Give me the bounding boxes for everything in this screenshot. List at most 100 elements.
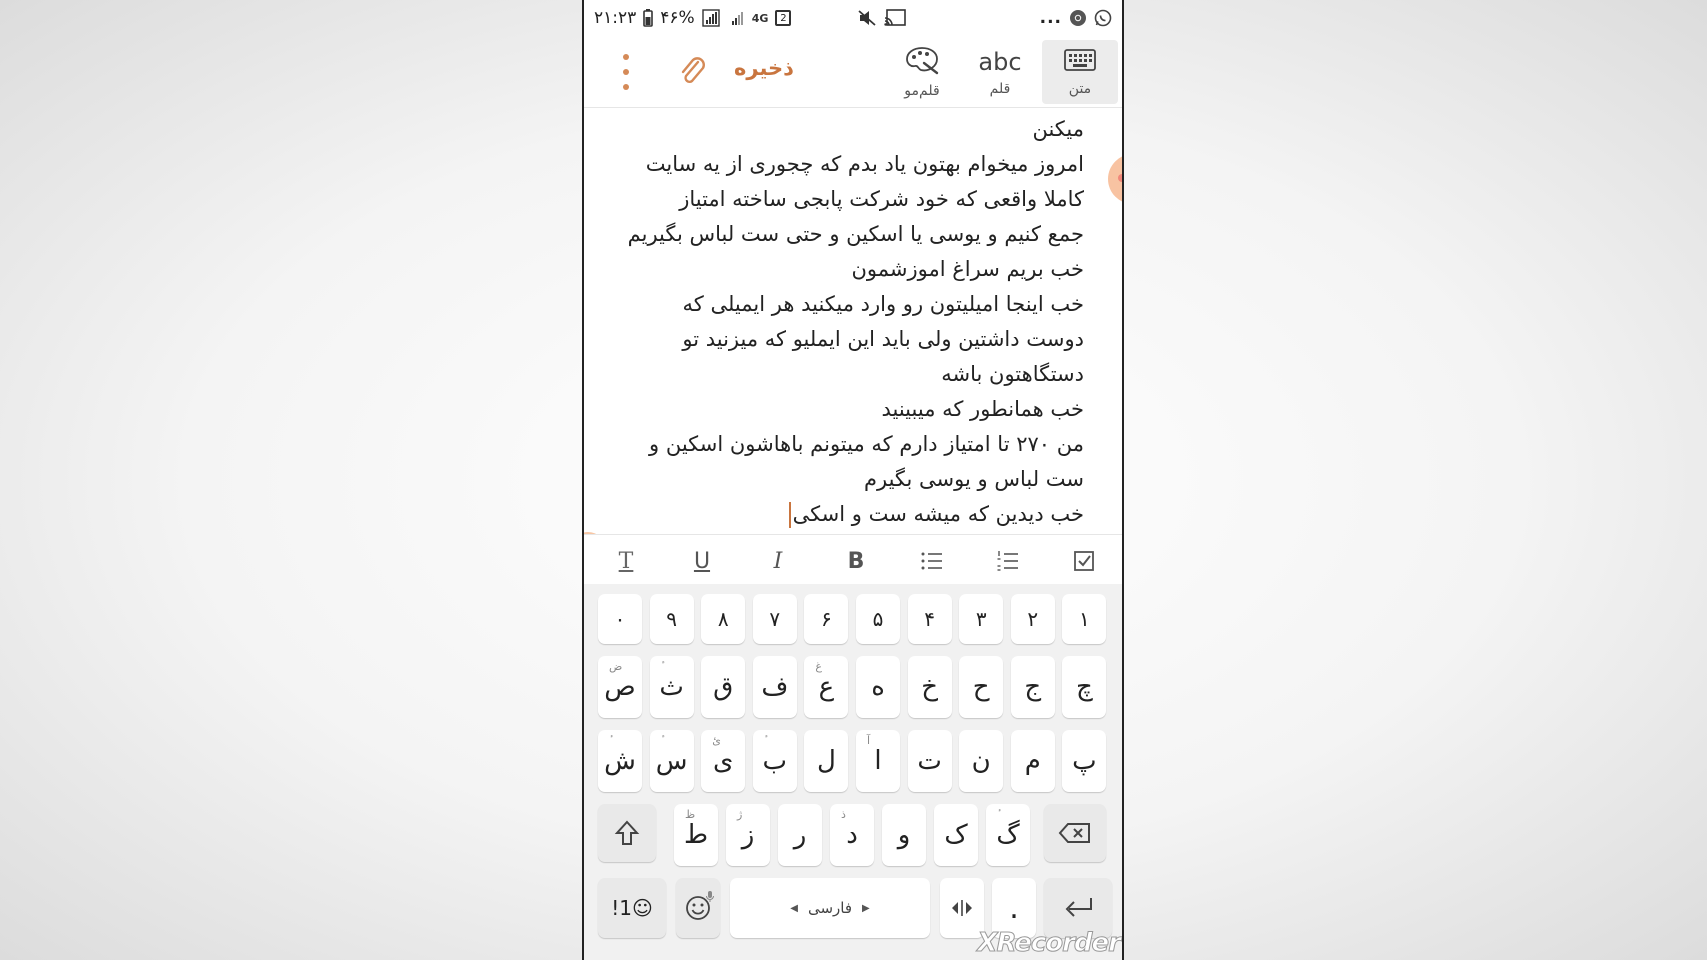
key-label: ۴ — [924, 607, 935, 631]
keyboard-key[interactable]: ۷ — [752, 594, 797, 644]
keyboard-key[interactable]: ف — [752, 656, 797, 718]
keyboard-key[interactable]: ۶ — [804, 594, 849, 644]
keyboard-key[interactable]: دذ — [830, 804, 874, 866]
phone-screen: ۲۱:۲۳ ۴۶% 4G 2 ... — [582, 0, 1124, 960]
recorder-watermark: XRecorder — [977, 928, 1122, 959]
key-label: ش — [604, 746, 636, 776]
keyboard-key[interactable]: صض — [598, 656, 642, 718]
key-label: ص — [604, 672, 636, 702]
note-editor[interactable]: میکنن امروز میخوام بهتون یاد بدم که چجوری… — [604, 112, 1084, 532]
keyboard-key[interactable]: چ — [1062, 656, 1107, 718]
key-alt-label: ژ — [737, 808, 743, 821]
keyboard-key[interactable]: عغ — [804, 656, 849, 718]
language-label: فارسی — [807, 899, 853, 917]
editor-line-text: کاملا واقعی که خود شرکت پابجی ساخته امتی… — [679, 187, 1084, 211]
key-alt-label: ئ — [712, 734, 721, 747]
palette-icon — [904, 45, 940, 79]
checkbox-icon[interactable] — [1064, 543, 1104, 579]
signal-sim2-icon — [731, 9, 745, 27]
keyboard-key[interactable]: ر — [778, 804, 822, 866]
keyboard-key[interactable]: زژ — [726, 804, 770, 866]
keyboard-key[interactable]: سٔ — [649, 730, 694, 792]
keyboard-key[interactable]: یئ — [701, 730, 746, 792]
key-label: ۰ — [614, 607, 626, 631]
keyboard-key[interactable]: طظ — [674, 804, 718, 866]
text-style-button[interactable]: T — [606, 543, 646, 579]
keyboard-key[interactable]: ن — [959, 730, 1004, 792]
key-label: ۸ — [717, 607, 729, 631]
keyboard-key[interactable]: ۹ — [649, 594, 694, 644]
chrome-icon — [1069, 9, 1087, 27]
key-label: ر — [793, 820, 807, 850]
editor-line-text: خب همانطور که میبینید — [881, 397, 1084, 421]
keyboard-key[interactable]: ۳ — [959, 594, 1004, 644]
emoji-key[interactable] — [676, 878, 720, 938]
space-key[interactable]: ◀ فارسی ▶ — [730, 878, 930, 938]
editor-line: میکنن — [604, 112, 1084, 147]
key-alt-label: ظ — [685, 808, 696, 821]
editor-line-text: ست لباس و یوسی بگیرم — [864, 467, 1084, 491]
editor-line: خب اینجا امیلیتون رو وارد میکنید هر ایمی… — [604, 287, 1084, 322]
symbols-key[interactable]: !1☺ — [598, 878, 666, 938]
keyboard-key[interactable]: ق — [701, 656, 746, 718]
keyboard-key[interactable]: ۱ — [1062, 594, 1107, 644]
keyboard-key[interactable]: خ — [907, 656, 952, 718]
key-label: ز — [741, 820, 755, 850]
key-alt-label: آ — [867, 734, 871, 747]
italic-button[interactable]: I — [758, 543, 798, 579]
keyboard-key[interactable]: ۴ — [907, 594, 952, 644]
keyboard-key[interactable]: ه — [856, 656, 900, 718]
editor-line: جمع کنیم و یوسی یا اسکین و حتی ست لباس ب… — [604, 217, 1084, 252]
bold-button[interactable]: B — [836, 543, 876, 579]
backspace-key[interactable] — [1044, 804, 1106, 862]
more-options-icon[interactable] — [620, 54, 632, 90]
floating-edge-handle[interactable] — [1108, 154, 1122, 204]
abc-icon: abc — [978, 48, 1022, 76]
editor-line-text: خب دیدین که میشه ست و اسکی — [792, 502, 1084, 526]
keyboard-key[interactable]: بٔ — [752, 730, 797, 792]
keyboard-key[interactable]: شٔ — [598, 730, 642, 792]
signal-sim1-icon — [701, 9, 724, 27]
numbered-list-icon[interactable] — [988, 543, 1028, 579]
arrow-right-icon: ▶ — [862, 902, 870, 914]
keyboard-key[interactable]: ۵ — [856, 594, 900, 644]
keyboard-key[interactable]: اآ — [856, 730, 900, 792]
tab-brush-label: قلم‌مو — [904, 83, 940, 99]
key-label: ۱ — [1079, 607, 1090, 631]
shift-key[interactable] — [598, 804, 656, 862]
bullet-list-icon[interactable] — [912, 543, 952, 579]
keyboard-key[interactable]: ۸ — [701, 594, 746, 644]
keyboard-icon — [1063, 47, 1097, 77]
editor-line-text: میکنن — [1032, 117, 1084, 141]
keyboard-key[interactable]: ت — [907, 730, 952, 792]
overflow-indicator: ... — [1039, 8, 1062, 28]
key-label: و — [897, 820, 911, 850]
underline-button[interactable]: U — [682, 543, 722, 579]
key-label: ق — [713, 672, 734, 702]
keyboard-key[interactable]: ج — [1010, 656, 1055, 718]
tab-pen[interactable]: abc قلم — [962, 40, 1038, 104]
attach-icon[interactable] — [676, 54, 710, 90]
editor-line: دوست داشتین ولی باید این ایملیو که میزنی… — [604, 322, 1084, 357]
text-caret — [788, 502, 791, 528]
keyboard-key[interactable]: گٔ — [986, 804, 1030, 866]
keyboard-key[interactable]: ثٔ — [649, 656, 694, 718]
save-button[interactable]: ذخیره — [734, 56, 794, 80]
keyboard-key[interactable]: ح — [959, 656, 1004, 718]
key-label: ث — [659, 672, 684, 702]
keyboard-key[interactable]: پ — [1062, 730, 1107, 792]
keyboard-key[interactable]: ۲ — [1010, 594, 1055, 644]
keyboard-key[interactable]: م — [1010, 730, 1055, 792]
keyboard-key[interactable]: ل — [804, 730, 849, 792]
keyboard-key[interactable]: و — [882, 804, 926, 866]
key-label: م — [1024, 746, 1041, 776]
keyboard-key[interactable]: ۰ — [598, 594, 642, 644]
whatsapp-icon — [1094, 9, 1112, 27]
key-alt-label: ض — [609, 660, 623, 673]
tab-text-label: متن — [1068, 81, 1092, 97]
status-left: ۲۱:۲۳ ۴۶% 4G 2 — [594, 8, 792, 28]
tab-brush[interactable]: قلم‌مو — [884, 40, 960, 104]
tab-text[interactable]: متن — [1042, 40, 1118, 104]
keyboard-key[interactable]: ک — [934, 804, 978, 866]
status-right: ... — [857, 8, 1112, 28]
